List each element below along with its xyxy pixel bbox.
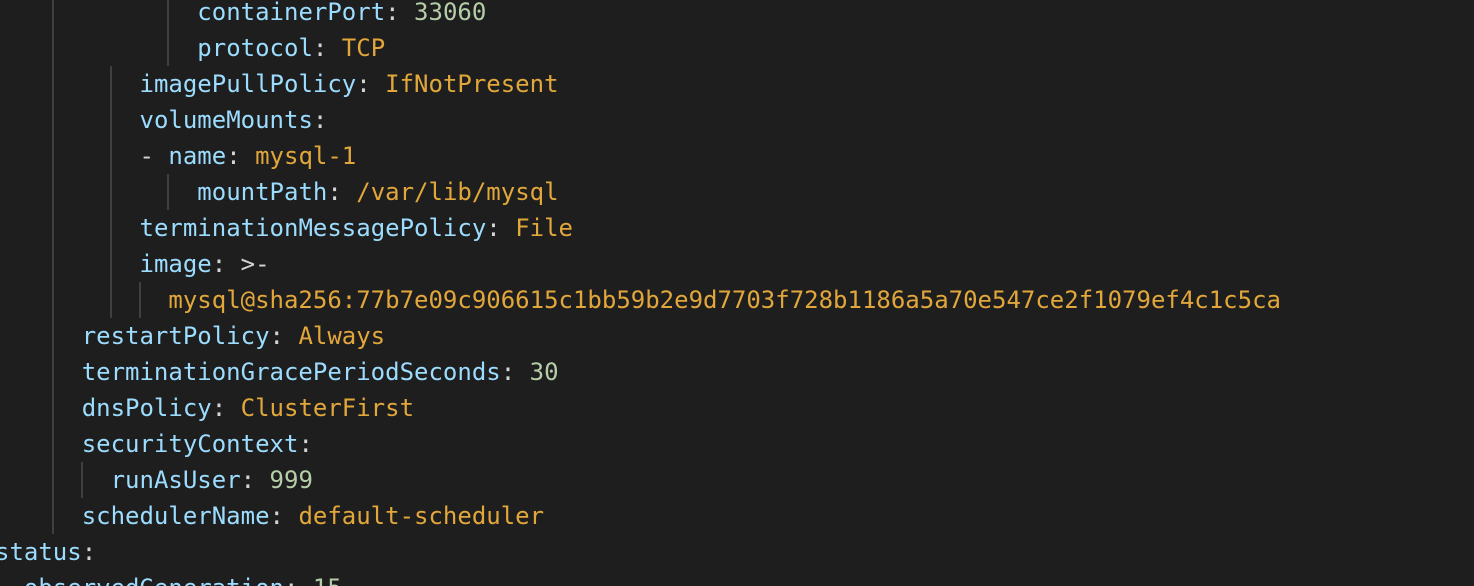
yaml-key: securityContext: [81, 430, 299, 458]
indent-guide: [52, 354, 54, 390]
yaml-value: mysql@sha256:77b7e09c906615c1bb59b2e9d77…: [168, 286, 1281, 314]
yaml-colon: :: [81, 538, 97, 566]
yaml-colon: :: [226, 142, 241, 170]
code-line[interactable]: terminationMessagePolicy: File: [0, 210, 1474, 246]
indent-guide: [52, 138, 54, 174]
yaml-key: dnsPolicy: [81, 394, 212, 422]
yaml-key: protocol: [197, 34, 313, 62]
indent-guide: [52, 66, 54, 102]
yaml-value: default-scheduler: [298, 502, 545, 530]
yaml-key: observedGeneration: [24, 570, 284, 586]
indent-guide: [52, 390, 54, 426]
yaml-value: IfNotPresent: [385, 70, 559, 98]
yaml-key: schedulerName: [81, 502, 270, 530]
yaml-value: 15: [313, 570, 342, 586]
yaml-colon: :: [312, 34, 328, 62]
indent-guide: [52, 498, 54, 534]
code-line[interactable]: volumeMounts:: [0, 102, 1474, 138]
code-line[interactable]: imagePullPolicy: IfNotPresent: [0, 66, 1474, 102]
yaml-colon: :: [269, 322, 284, 350]
yaml-colon: :: [327, 178, 342, 206]
yaml-key: status: [0, 538, 82, 566]
code-editor[interactable]: containerPort:33060 protocol: TCP imagePull…: [0, 0, 1474, 586]
indent-guide: [167, 174, 169, 210]
code-line[interactable]: mysql@sha256:77b7e09c906615c1bb59b2e9d77…: [0, 282, 1474, 318]
indent-guide: [52, 174, 54, 210]
code-line[interactable]: protocol: TCP: [0, 30, 1474, 66]
indent-guide: [52, 246, 54, 282]
yaml-colon: :: [500, 358, 516, 386]
indent-guide: [52, 0, 54, 30]
yaml-value: >-: [240, 250, 270, 278]
indent-guide: [167, 30, 169, 66]
yaml-value: /var/lib/mysql: [356, 178, 559, 206]
indent-guide: [81, 462, 83, 498]
yaml-value: 33060: [414, 0, 487, 26]
code-line[interactable]: securityContext:: [0, 426, 1474, 462]
code-line[interactable]: mountPath: /var/lib/mysql: [0, 174, 1474, 210]
yaml-colon: :: [385, 0, 400, 26]
yaml-colon: :: [312, 106, 328, 134]
code-line[interactable]: status:: [0, 534, 1474, 570]
yaml-colon: :: [240, 466, 256, 494]
indent-guide: [52, 102, 54, 138]
code-line[interactable]: dnsPolicy: ClusterFirst: [0, 390, 1474, 426]
yaml-value: ClusterFirst: [240, 394, 415, 422]
indent-guide: [110, 138, 112, 174]
yaml-colon: :: [298, 430, 313, 458]
yaml-key: restartPolicy: [81, 322, 270, 350]
list-dash: -: [139, 142, 154, 170]
yaml-key: containerPort: [197, 0, 386, 26]
indent-guide: [139, 282, 141, 318]
code-line[interactable]: runAsUser:999: [0, 462, 1474, 498]
yaml-key: terminationMessagePolicy: [139, 214, 487, 242]
indent-guide: [52, 426, 54, 462]
indent-guide: [110, 246, 112, 282]
yaml-value: 30: [529, 358, 559, 386]
yaml-colon: :: [211, 394, 227, 422]
yaml-key: image: [139, 250, 212, 278]
indent-guide: [110, 282, 112, 318]
indent-guide: [52, 30, 54, 66]
yaml-colon: :: [269, 502, 284, 530]
indent-guide: [110, 210, 112, 246]
yaml-value: 999: [269, 466, 313, 494]
yaml-key: runAsUser: [110, 466, 241, 494]
yaml-colon: :: [284, 570, 298, 586]
code-line[interactable]: observedGeneration:15: [0, 570, 1474, 586]
code-line[interactable]: schedulerName: default-scheduler: [0, 498, 1474, 534]
yaml-key: name: [168, 142, 227, 170]
indent-guide: [110, 174, 112, 210]
indent-guide: [52, 282, 54, 318]
yaml-colon: :: [211, 250, 227, 278]
yaml-value: mysql-1: [255, 142, 357, 170]
yaml-key: mountPath: [197, 178, 328, 206]
indent-guide: [167, 0, 169, 30]
yaml-colon: :: [486, 214, 501, 242]
code-line[interactable]: terminationGracePeriodSeconds:30: [0, 354, 1474, 390]
code-line[interactable]: - name: mysql-1: [0, 138, 1474, 174]
yaml-value: File: [515, 214, 573, 242]
yaml-value: TCP: [341, 34, 386, 62]
yaml-key: imagePullPolicy: [139, 70, 357, 98]
yaml-key: volumeMounts: [139, 106, 313, 134]
indent-guide: [52, 462, 54, 498]
indent-guide: [110, 66, 112, 102]
yaml-colon: :: [356, 70, 371, 98]
indent-guide: [52, 210, 54, 246]
code-line[interactable]: image: >-: [0, 246, 1474, 282]
yaml-key: terminationGracePeriodSeconds: [81, 358, 501, 386]
indent-guide: [52, 318, 54, 354]
code-line[interactable]: containerPort:33060: [0, 0, 1474, 30]
indent-guide: [110, 102, 112, 138]
code-line[interactable]: restartPolicy: Always: [0, 318, 1474, 354]
yaml-value: Always: [298, 322, 386, 350]
